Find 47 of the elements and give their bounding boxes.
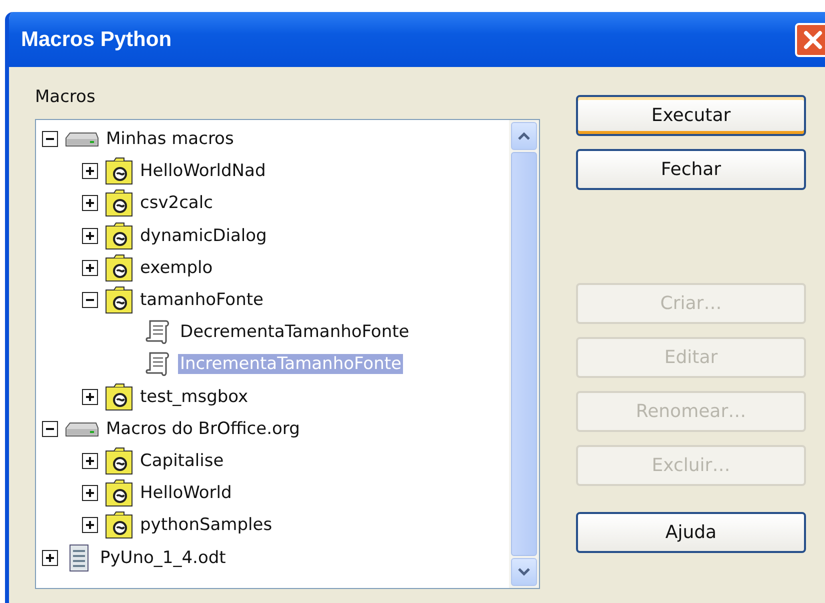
folder-icon bbox=[104, 511, 134, 540]
expander-icon[interactable] bbox=[82, 163, 100, 180]
expander-icon[interactable] bbox=[82, 485, 100, 502]
folder-icon bbox=[104, 446, 134, 475]
tree-item[interactable]: HelloWorld bbox=[138, 483, 234, 504]
tree-item[interactable]: Minhas macros bbox=[104, 129, 236, 150]
folder-icon bbox=[104, 157, 134, 186]
close-icon bbox=[802, 28, 824, 50]
scroll-up-button[interactable] bbox=[511, 122, 537, 150]
window-title: Macros Python bbox=[21, 28, 172, 52]
dialog-button[interactable]: Executar bbox=[576, 95, 806, 136]
scrollbar[interactable] bbox=[509, 120, 539, 588]
tree-item[interactable]: csv2calc bbox=[138, 193, 215, 214]
expander-icon[interactable] bbox=[82, 292, 100, 308]
scroll-down-button[interactable] bbox=[511, 558, 537, 586]
tree-item[interactable]: Capitalise bbox=[138, 450, 226, 471]
chevron-down-icon bbox=[517, 567, 531, 577]
expander-icon[interactable] bbox=[42, 131, 60, 148]
expander-icon[interactable] bbox=[82, 388, 100, 405]
tree-label: Macros bbox=[35, 87, 96, 107]
folder-icon bbox=[104, 254, 134, 282]
tree-item[interactable]: test_msgbox bbox=[138, 386, 250, 407]
dialog-button[interactable]: Ajuda bbox=[576, 512, 806, 553]
folder-icon bbox=[104, 382, 134, 411]
tree-item[interactable]: dynamicDialog bbox=[138, 226, 269, 246]
chevron-up-icon bbox=[517, 131, 531, 141]
scroll-thumb[interactable] bbox=[511, 152, 537, 556]
expander-icon[interactable] bbox=[42, 420, 60, 437]
tree-item[interactable]: exemplo bbox=[138, 258, 215, 278]
tree-item[interactable]: HelloWorldNad bbox=[138, 161, 268, 182]
tree-item[interactable]: pythonSamples bbox=[138, 515, 274, 536]
dialog-button[interactable]: Fechar bbox=[576, 149, 806, 190]
expander-icon[interactable] bbox=[82, 260, 100, 276]
folder-icon bbox=[104, 222, 134, 250]
folder-icon bbox=[104, 189, 134, 218]
close-button[interactable] bbox=[795, 22, 825, 56]
expander-icon[interactable] bbox=[82, 517, 100, 534]
folder-icon bbox=[104, 479, 134, 508]
expander-icon[interactable] bbox=[82, 228, 100, 244]
expander-icon[interactable] bbox=[82, 195, 100, 212]
tree-item[interactable]: PyUno_1_4.odt bbox=[98, 548, 228, 568]
tree-item[interactable]: tamanhoFonte bbox=[138, 290, 266, 310]
expander-icon[interactable] bbox=[82, 452, 100, 469]
expander-icon[interactable] bbox=[42, 550, 60, 566]
tree-item[interactable]: DecrementaTamanhoFonte bbox=[178, 322, 412, 342]
folder-icon bbox=[104, 286, 134, 314]
tree-item[interactable]: Macros do BrOffice.org bbox=[104, 418, 302, 439]
